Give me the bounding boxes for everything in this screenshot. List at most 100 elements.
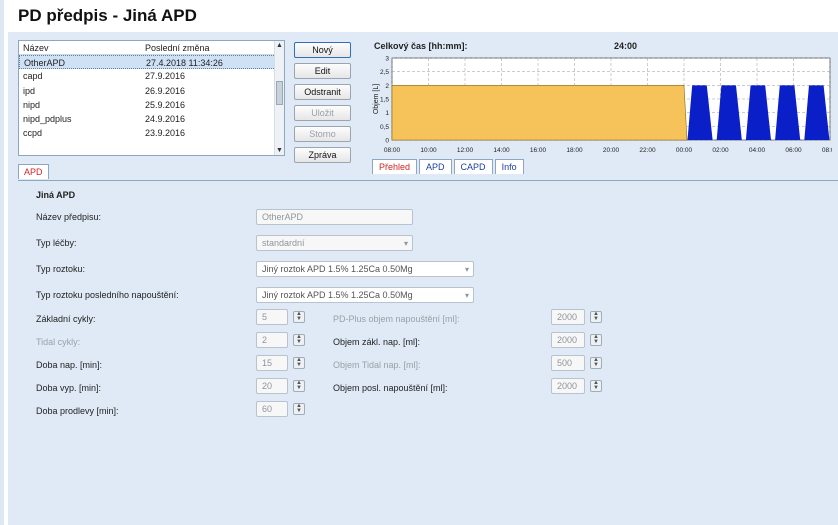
pdplus-volume-label: PD-Plus objem napouštění [ml]: <box>333 314 460 324</box>
x-tick-label: 08:00 <box>384 147 401 154</box>
list-item-date: 24.9.2016 <box>145 114 186 125</box>
list-item[interactable]: ipd 26.9.2016 <box>19 84 284 98</box>
report-button[interactable]: Zpráva <box>294 147 351 163</box>
dwell-time-stepper-icon[interactable]: ▲ ▼ <box>293 403 305 415</box>
prescription-list[interactable]: Název Poslední změna OtherAPD 27.4.2018 … <box>18 40 285 156</box>
drain-time-input[interactable]: 20 <box>256 378 288 394</box>
prescription-name-input[interactable]: OtherAPD <box>256 209 413 225</box>
column-header-last-change[interactable]: Poslední změna <box>141 41 271 54</box>
solution-type-select[interactable]: Jiný roztok APD 1.5% 1.25Ca 0.50Mg ▾ <box>256 261 474 277</box>
list-item-date: 23.9.2016 <box>145 128 186 139</box>
y-tick-label: 1,5 <box>380 97 389 104</box>
x-tick-label: 22:00 <box>639 147 656 154</box>
tidal-cycles-stepper-icon[interactable]: ▲ ▼ <box>293 334 305 346</box>
dwell-time-input[interactable]: 60 <box>256 401 288 417</box>
pdplus-volume-stepper-icon[interactable]: ▲ ▼ <box>590 311 602 323</box>
column-header-name[interactable]: Název <box>19 41 141 54</box>
pdplus-volume-input[interactable]: 2000 <box>551 309 585 325</box>
chart-total-time-value: 24:00 <box>614 41 638 51</box>
tab-section-apd[interactable]: APD <box>18 164 49 179</box>
volume-chart: 3 2,5 2 1,5 1 0,5 0 08:00 10:00 12:00 14:00 16:00 18… <box>373 56 832 155</box>
base-cycles-input[interactable]: 5 <box>256 309 288 325</box>
solution-type-value: Jiný roztok APD 1.5% 1.25Ca 0.50Mg <box>262 264 413 274</box>
list-item-name: capd <box>23 71 43 82</box>
tab-apd[interactable]: APD <box>419 159 452 174</box>
remove-button[interactable]: Odstranit <box>294 84 351 100</box>
x-tick-label: 16:00 <box>530 147 547 154</box>
list-item[interactable]: ccpd 23.9.2016 <box>19 126 284 140</box>
base-cycles-label: Základní cykly: <box>36 314 96 324</box>
tidal-fill-volume-input[interactable]: 500 <box>551 355 585 371</box>
base-cycles-stepper-icon[interactable]: ▲ ▼ <box>293 311 305 323</box>
therapy-type-select[interactable]: standardní ▾ <box>256 235 413 251</box>
list-item-date: 25.9.2016 <box>145 99 186 110</box>
y-tick-label: 0 <box>385 138 389 145</box>
list-item-name: nipd_pdplus <box>23 114 72 125</box>
x-tick-label: 18:00 <box>566 147 583 154</box>
x-tick-label: 08:00 <box>822 147 832 154</box>
base-fill-volume-label: Objem zákl. nap. [ml]: <box>333 337 421 347</box>
scroll-down-icon[interactable]: ▼ <box>276 147 283 154</box>
prescription-name-label: Název předpisu: <box>36 212 102 222</box>
y-axis-label: Objem [L] <box>373 84 380 114</box>
list-item-name: ipd <box>23 85 36 96</box>
last-solution-type-select[interactable]: Jiný roztok APD 1.5% 1.25Ca 0.50Mg ▾ <box>256 287 474 303</box>
list-item-name: OtherAPD <box>24 58 66 68</box>
fill-time-stepper-icon[interactable]: ▲ ▼ <box>293 357 305 369</box>
tidal-fill-volume-stepper-icon[interactable]: ▲ ▼ <box>590 357 602 369</box>
scroll-thumb[interactable] <box>276 81 283 105</box>
edit-button[interactable]: Edit <box>294 63 351 79</box>
list-item[interactable]: OtherAPD 27.4.2018 11:34:26 <box>19 55 284 70</box>
dwell-time-label: Doba prodlevy [min]: <box>36 406 119 416</box>
x-tick-label: 14:00 <box>493 147 510 154</box>
list-item[interactable]: capd 27.9.2016 <box>19 69 284 83</box>
list-item-date: 27.4.2018 11:34:26 <box>146 58 223 68</box>
y-tick-label: 2 <box>385 83 389 90</box>
prescription-form <box>18 180 838 525</box>
list-header: Název Poslední změna <box>19 41 284 55</box>
list-item-name: nipd <box>23 99 41 110</box>
y-tick-label: 1 <box>385 110 389 117</box>
tidal-cycles-label: Tidal cykly: <box>36 337 81 347</box>
base-fill-volume-input[interactable]: 2000 <box>551 332 585 348</box>
base-fill-volume-stepper-icon[interactable]: ▲ ▼ <box>590 334 602 346</box>
tab-overview[interactable]: Přehled <box>372 159 418 174</box>
drain-time-stepper-icon[interactable]: ▲ ▼ <box>293 380 305 392</box>
x-tick-label: 12:00 <box>457 147 474 154</box>
y-tick-label: 3 <box>385 56 389 63</box>
list-scrollbar[interactable]: ▲ ▼ <box>274 41 284 155</box>
tab-info[interactable]: Info <box>494 159 524 174</box>
last-solution-type-label: Typ roztoku posledního napouštění: <box>36 290 179 300</box>
cancel-button[interactable]: Storno <box>294 126 351 142</box>
last-fill-volume-stepper-icon[interactable]: ▲ ▼ <box>590 380 602 392</box>
tab-capd[interactable]: CAPD <box>453 159 493 174</box>
x-tick-label: 20:00 <box>603 147 620 154</box>
page: PD předpis - Jiná APD Název Poslední změ… <box>0 0 838 525</box>
list-item-name: ccpd <box>23 128 43 139</box>
list-item-date: 27.9.2016 <box>145 71 186 82</box>
solution-type-label: Typ roztoku: <box>36 264 86 274</box>
list-item[interactable]: nipd_pdplus 24.9.2016 <box>19 112 284 126</box>
x-tick-label: 00:00 <box>676 147 693 154</box>
last-fill-volume-label: Objem posl. napouštění [ml]: <box>333 383 448 393</box>
tidal-cycles-input[interactable]: 2 <box>256 332 288 348</box>
chevron-down-icon: ▾ <box>464 265 469 274</box>
drain-time-label: Doba vyp. [min]: <box>36 383 102 393</box>
chart-tabs: Přehled APD CAPD Info <box>372 159 526 174</box>
chevron-down-icon: ▾ <box>464 291 469 300</box>
scroll-up-icon[interactable]: ▲ <box>276 42 283 49</box>
last-fill-volume-input[interactable]: 2000 <box>551 378 585 394</box>
section-title: Jiná APD <box>36 190 76 200</box>
fill-time-input[interactable]: 15 <box>256 355 288 371</box>
page-title: PD předpis - Jiná APD <box>18 6 197 25</box>
y-tick-label: 2,5 <box>380 69 389 76</box>
list-item[interactable]: nipd 25.9.2016 <box>19 98 284 112</box>
save-button[interactable]: Uložit <box>294 105 351 121</box>
x-tick-label: 02:00 <box>712 147 729 154</box>
chart-total-time-label: Celkový čas [hh:mm]: <box>374 41 468 51</box>
therapy-type-value: standardní <box>262 238 305 248</box>
x-tick-label: 10:00 <box>420 147 437 154</box>
x-tick-label: 04:00 <box>749 147 766 154</box>
new-button[interactable]: Nový <box>294 42 351 58</box>
last-solution-type-value: Jiný roztok APD 1.5% 1.25Ca 0.50Mg <box>262 290 413 300</box>
